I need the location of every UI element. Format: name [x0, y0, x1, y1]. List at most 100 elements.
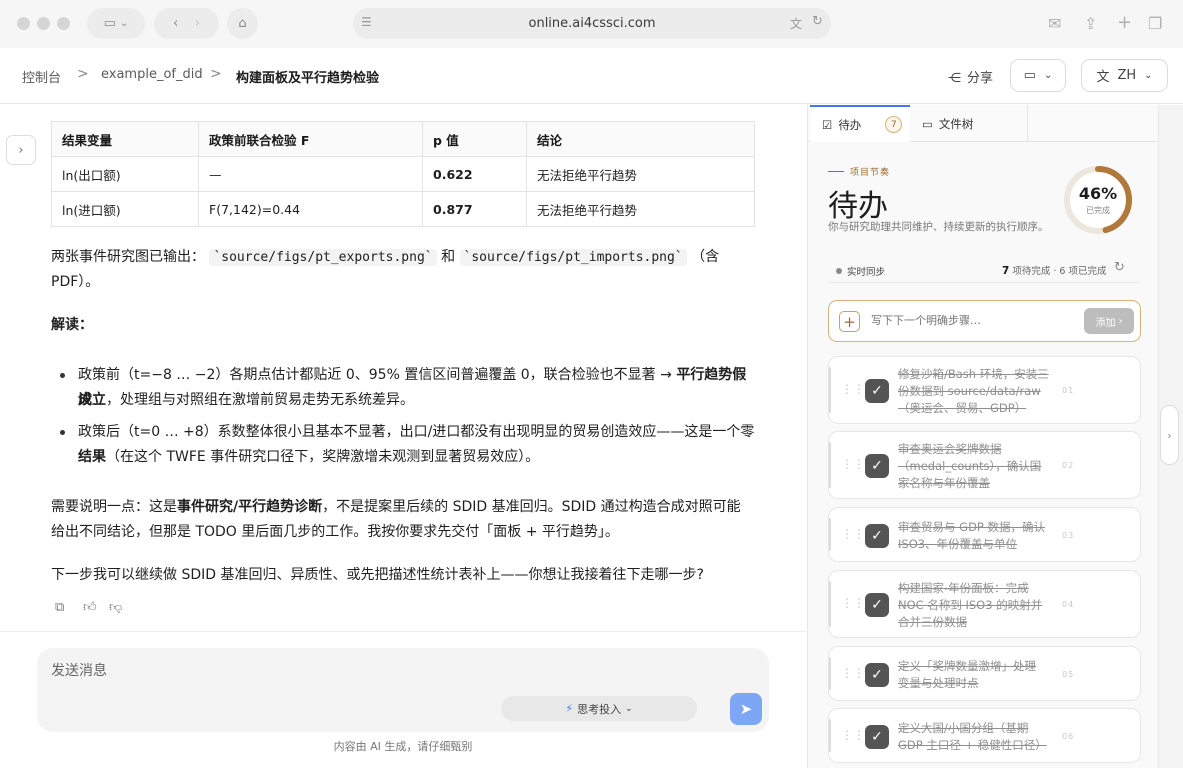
folder-icon: ▭	[922, 116, 933, 131]
reload-icon[interactable]: ↻	[812, 14, 823, 29]
panel-subtitle: 你与研究助理共同维护、持续更新的执行顺序。	[828, 221, 1049, 233]
panel-tabs: ☑ 待办 7 ▭ 文件树	[808, 105, 1158, 142]
plus-icon[interactable]: +	[839, 311, 860, 332]
task-item[interactable]: ⋮⋮ ✓ 审查贸易与 GDP 数据，确认 ISO3、年份覆盖与单位 03	[828, 507, 1141, 562]
task-text: GDP 主口径 + 稳健性口径）	[898, 737, 1047, 752]
tab-todo[interactable]: ☑ 待办 7	[810, 105, 910, 142]
expand-sidebar-button[interactable]: ›	[6, 135, 36, 165]
add-task-button[interactable]: 添加 ›	[1084, 308, 1134, 334]
new-task-input[interactable]	[871, 314, 1071, 327]
browser-toolbar: ▭ ⌄ ‹ › ⌂ ☰ online.ai4cssci.com 文 ↻ ✉ ⇪ …	[0, 0, 1183, 48]
thumbs-up-icon[interactable]: 👍︎	[83, 600, 97, 615]
message-input[interactable]: 发送消息	[51, 660, 107, 680]
breadcrumb-separator: >	[77, 66, 89, 82]
back-icon[interactable]: ‹	[173, 16, 178, 31]
task-number: 04	[1062, 600, 1075, 609]
add-button-label: 添加	[1095, 317, 1116, 329]
task-accent-bar	[829, 518, 831, 551]
drag-handle-icon[interactable]: ⋮⋮	[841, 457, 865, 471]
window-minimize-button[interactable]	[37, 17, 50, 30]
breadcrumb-separator: >	[210, 66, 222, 82]
table-cell: 0.877	[422, 191, 527, 227]
copy-icon[interactable]: ⧉	[55, 600, 64, 615]
task-item[interactable]: ⋮⋮ ✓ 审查奥运会奖牌数据 （medal_counts），确认国 家名称与年份覆盖 02	[828, 431, 1141, 499]
results-table: 结果变量 政策前联合检验 F p 值 结论 ln(出口额) — 0.622 无法…	[51, 121, 755, 227]
chevron-down-icon: ⌄	[120, 18, 129, 29]
window-close-button[interactable]	[17, 17, 30, 30]
note-paragraph: 需要说明一点：这是事件研究/平行趋势诊断，不是提案里后续的 SDID 基准回归。…	[51, 495, 751, 520]
todo-count-badge: 7	[885, 116, 903, 133]
task-checkbox[interactable]: ✓	[865, 454, 889, 478]
drag-handle-icon[interactable]: ⋮⋮	[841, 527, 865, 541]
tab-file-tree[interactable]: ▭ 文件树	[912, 105, 1028, 142]
chevron-down-icon: ⌄	[1043, 70, 1053, 81]
file-path-code: `source/figs/pt_exports.png`	[209, 249, 437, 266]
task-text: 修复沙箱/Bash 环境，安装三	[898, 366, 1049, 381]
refresh-icon[interactable]: ↻	[1114, 260, 1125, 275]
share-sheet-icon[interactable]: ⇪	[1084, 14, 1097, 33]
task-text: ISO3、年份覆盖与单位	[898, 536, 1018, 551]
new-tab-icon[interactable]: +	[1117, 12, 1132, 33]
thumbs-down-icon[interactable]: 👎︎	[109, 600, 122, 615]
mail-icon[interactable]: ✉	[1048, 14, 1061, 33]
column-header: p 值	[422, 121, 527, 157]
task-text: 审查贸易与 GDP 数据，确认	[898, 519, 1046, 534]
breadcrumb-item-project[interactable]: example_of_did	[101, 67, 203, 82]
todo-panel: ☑ 待办 7 ▭ 文件树 项目节奏 待办 你与研究助理共同维护、持续更新的执行顺…	[807, 105, 1158, 768]
home-button[interactable]: ⌂	[227, 8, 258, 39]
text: （在这个 TWFE 事件研究口径下，奖牌激增未观测到显著贸易效应）。	[106, 449, 540, 465]
task-text: NOC 名称到 ISO3 的映射并	[898, 597, 1043, 612]
sidebar-icon: ▭	[103, 16, 116, 31]
language-switcher[interactable]: 文 ZH ⌄	[1081, 59, 1168, 92]
bullet-icon	[60, 430, 65, 435]
pending-count: 7	[1002, 265, 1010, 277]
tab-overview-icon[interactable]: ❐	[1148, 14, 1162, 33]
drag-handle-icon[interactable]: ⋮⋮	[841, 728, 865, 742]
forward-icon[interactable]: ›	[195, 16, 200, 31]
drag-handle-icon[interactable]: ⋮⋮	[841, 596, 865, 610]
breadcrumb-item-current: 构建面板及平行趋势检验	[236, 71, 380, 86]
task-checkbox[interactable]: ✓	[865, 724, 889, 749]
share-button[interactable]: ⋲ 分享	[948, 67, 993, 86]
bullet-pre-policy-line2: 成立，处理组与对照组在激增前贸易走势无系统差异。	[78, 388, 414, 413]
task-item[interactable]: ⋮⋮ ✓ 修复沙箱/Bash 环境，安装三 份数据到 source/data/raw （…	[828, 356, 1141, 424]
task-text: 家名称与年份覆盖	[898, 475, 990, 490]
stats-text: 项待完成 · 6 项已完成	[1012, 266, 1107, 277]
monitor-icon: ▭	[1023, 68, 1036, 83]
task-checkbox[interactable]: ✓	[865, 379, 889, 403]
text: 两张事件研究图已输出：	[51, 249, 205, 265]
history-nav: ‹ ›	[154, 8, 219, 39]
message-composer[interactable]: 发送消息 ⚡ 思考投入 ⌄ ➤	[37, 648, 769, 732]
breadcrumb-item-dashboard[interactable]: 控制台	[22, 67, 61, 86]
sidebar-toggle-button[interactable]: ▭ ⌄	[87, 8, 145, 39]
tab-label: 文件树	[938, 116, 974, 131]
collapse-panel-button[interactable]: ›	[1160, 405, 1179, 465]
note-paragraph-line2: 给出不同结论，但那是 TODO 里后面几步的工作。我按你要求先交付「面板 + 平…	[51, 524, 619, 540]
table-cell: ln(进口额)	[51, 191, 199, 227]
status-dot-icon	[836, 268, 842, 274]
thinking-effort-select[interactable]: ⚡ 思考投入 ⌄	[501, 696, 697, 721]
task-text: （medal_counts），确认国	[898, 458, 1042, 473]
device-view-button[interactable]: ▭ ⌄	[1010, 59, 1066, 92]
text: ，处理组与对照组在激增前贸易走势无系统差异。	[106, 392, 414, 408]
task-accent-bar	[829, 719, 831, 752]
task-text: （奥运会、贸易、GDP）	[898, 400, 1027, 415]
send-button[interactable]: ➤	[730, 693, 762, 725]
task-checkbox[interactable]: ✓	[865, 593, 889, 617]
home-icon: ⌂	[238, 16, 247, 31]
table-row: ln(出口额) — 0.622 无法拒绝平行趋势	[51, 156, 755, 192]
chevron-right-icon: ›	[1167, 428, 1172, 442]
drag-handle-icon[interactable]: ⋮⋮	[841, 382, 865, 396]
task-item[interactable]: ⋮⋮ ✓ 定义「奖牌数量激增」处理 变量与处理时点 05	[828, 646, 1141, 701]
address-bar[interactable]: ☰ online.ai4cssci.com 文 ↻	[353, 8, 831, 39]
translate-icon[interactable]: 文	[790, 15, 802, 32]
drag-handle-icon[interactable]: ⋮⋮	[841, 666, 865, 680]
task-item[interactable]: ⋮⋮ ✓ 定义大国/小国分组（基期 GDP 主口径 + 稳健性口径） 06	[828, 708, 1141, 763]
task-number: 02	[1062, 461, 1075, 470]
next-step-paragraph: 下一步我可以继续做 SDID 基准回归、异质性、或先把描述性统计表补上——你想让…	[51, 567, 704, 583]
task-checkbox[interactable]: ✓	[865, 523, 889, 548]
task-accent-bar	[829, 442, 831, 488]
window-zoom-button[interactable]	[57, 17, 70, 30]
task-item[interactable]: ⋮⋮ ✓ 构建国家-年份面板：完成 NOC 名称到 ISO3 的映射并 合并三份数据 04	[828, 570, 1141, 638]
task-checkbox[interactable]: ✓	[865, 662, 889, 687]
